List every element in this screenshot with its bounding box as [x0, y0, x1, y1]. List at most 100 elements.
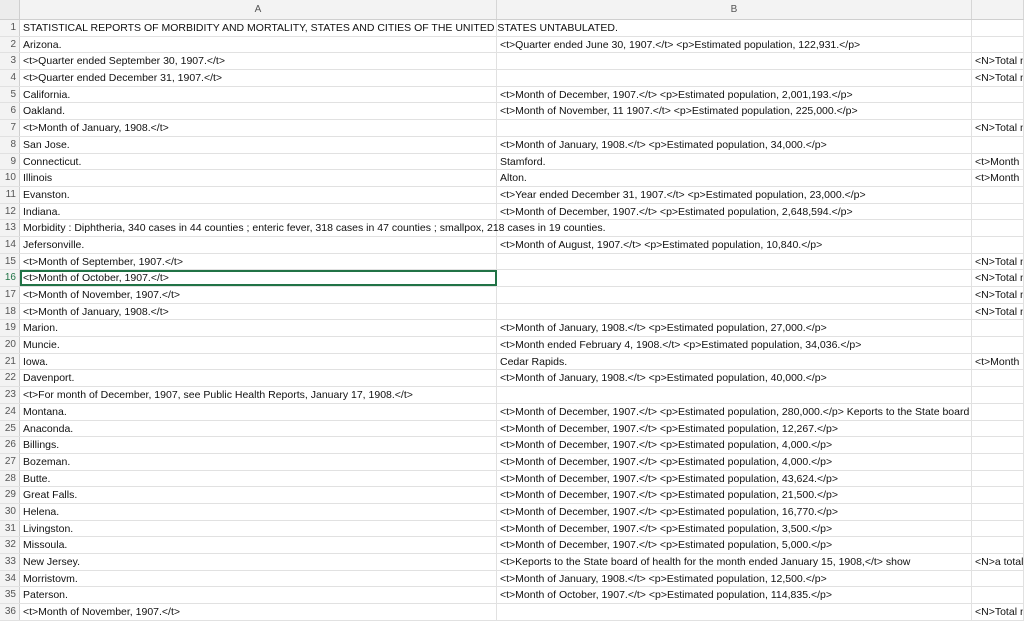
cell-a[interactable]: Morbidity : Diphtheria, 340 cases in 44 …	[20, 220, 606, 236]
row-number[interactable]: 16	[0, 270, 20, 286]
cell-a[interactable]: Evanston.	[20, 186, 497, 203]
cell-b[interactable]	[497, 604, 972, 620]
cell-c[interactable]	[972, 587, 1024, 604]
cell-c[interactable]	[972, 387, 1024, 403]
cell-b[interactable]: <t>Month of December, 1907.</t> <p>Estim…	[497, 470, 972, 487]
cell-a[interactable]: Illinois	[20, 170, 497, 186]
row-number[interactable]: 22	[0, 370, 20, 387]
cell-b[interactable]: <t>Month of December, 1907.</t> <p>Estim…	[497, 86, 972, 103]
cell-a[interactable]: Anaconda.	[20, 420, 497, 437]
row-number[interactable]: 33	[0, 554, 20, 570]
cell-b[interactable]: <t>Month of January, 1908.</t> <p>Estima…	[497, 570, 972, 587]
cell-b[interactable]: <t>Keports to the State board of health …	[497, 554, 972, 570]
cell-b[interactable]	[497, 220, 972, 236]
row-number[interactable]: 15	[0, 253, 20, 270]
cell-b[interactable]	[497, 53, 972, 70]
cell-a[interactable]: Morristovm.	[20, 570, 497, 587]
cell-c[interactable]: <t>Month	[972, 170, 1024, 186]
cell-b[interactable]: <t>Year ended December 31, 1907.</t> <p>…	[497, 186, 972, 203]
cell-a[interactable]: Missoula.	[20, 537, 497, 553]
cell-c[interactable]	[972, 203, 1024, 220]
cell-b[interactable]: <t>Month of December, 1907.</t> <p>Estim…	[497, 453, 972, 470]
row-number[interactable]: 36	[0, 604, 20, 620]
cell-b[interactable]: <t>Quarter ended June 30, 1907.</t> <p>E…	[497, 36, 972, 53]
cell-a[interactable]: Paterson.	[20, 587, 497, 604]
row-number[interactable]: 25	[0, 420, 20, 437]
cell-c[interactable]	[972, 20, 1024, 36]
cell-c[interactable]: <N>Total n	[972, 287, 1024, 303]
row-number[interactable]: 9	[0, 153, 20, 170]
cell-a[interactable]: Oakland.	[20, 103, 497, 120]
cell-c[interactable]	[972, 420, 1024, 437]
cell-a[interactable]: <t>Quarter ended September 30, 1907.</t>	[20, 53, 497, 70]
cell-a[interactable]: Montana.	[20, 403, 497, 420]
column-header-c[interactable]	[972, 0, 1024, 19]
row-number[interactable]: 6	[0, 103, 20, 120]
row-number[interactable]: 2	[0, 36, 20, 53]
cell-a[interactable]: <t>Month of September, 1907.</t>	[20, 253, 497, 270]
column-header-b[interactable]: B	[497, 0, 972, 19]
cell-b[interactable]	[497, 287, 972, 303]
row-number[interactable]: 30	[0, 503, 20, 520]
cell-c[interactable]: <t>Month	[972, 153, 1024, 170]
row-number[interactable]: 28	[0, 470, 20, 487]
row-number[interactable]: 8	[0, 136, 20, 153]
cell-c[interactable]: <N>Total n	[972, 253, 1024, 270]
cell-a[interactable]: STATISTICAL REPORTS OF MORBIDITY AND MOR…	[20, 20, 618, 36]
row-number[interactable]: 32	[0, 537, 20, 553]
row-number[interactable]: 10	[0, 170, 20, 186]
cell-c[interactable]	[972, 370, 1024, 387]
row-number[interactable]: 26	[0, 437, 20, 453]
cell-c[interactable]	[972, 320, 1024, 337]
column-header-a[interactable]: A	[20, 0, 497, 19]
cell-a[interactable]: <t>For month of December, 1907, see Publ…	[20, 387, 497, 403]
cell-b[interactable]: <t>Month of December, 1907.</t> <p>Estim…	[497, 503, 972, 520]
cell-c[interactable]: <N>Total n	[972, 604, 1024, 620]
cell-c[interactable]: <N>Total n	[972, 270, 1024, 286]
cell-a[interactable]: Connecticut.	[20, 153, 497, 170]
cell-b[interactable]: <t>Month of December, 1907.</t> <p>Estim…	[497, 487, 972, 503]
row-number[interactable]: 7	[0, 120, 20, 136]
select-all-corner[interactable]	[0, 0, 20, 19]
row-number[interactable]: 5	[0, 86, 20, 103]
cell-a[interactable]: <t>Month of January, 1908.</t>	[20, 303, 497, 320]
row-number[interactable]: 29	[0, 487, 20, 503]
cell-b[interactable]: <t>Month of October, 1907.</t> <p>Estima…	[497, 587, 972, 604]
cell-b[interactable]: <t>Month of January, 1908.</t> <p>Estima…	[497, 136, 972, 153]
cell-b[interactable]: <t>Month of November, 11 1907.</t> <p>Es…	[497, 103, 972, 120]
row-number[interactable]: 12	[0, 203, 20, 220]
cell-b[interactable]: <t>Month of December, 1907.</t> <p>Estim…	[497, 437, 972, 453]
cell-a[interactable]: Butte.	[20, 470, 497, 487]
cell-b[interactable]: Stamford.	[497, 153, 972, 170]
cell-c[interactable]: <N>Total n	[972, 120, 1024, 136]
cell-a[interactable]: Marion.	[20, 320, 497, 337]
cell-b[interactable]: <t>Month of December, 1907.</t> <p>Estim…	[497, 403, 972, 420]
cell-a[interactable]: <t>Month of November, 1907.</t>	[20, 604, 497, 620]
cell-c[interactable]	[972, 36, 1024, 53]
cell-c[interactable]	[972, 86, 1024, 103]
cell-b[interactable]	[497, 120, 972, 136]
cell-c[interactable]	[972, 186, 1024, 203]
cell-c[interactable]	[972, 220, 1024, 236]
cell-a[interactable]: New Jersey.	[20, 554, 497, 570]
cell-c[interactable]	[972, 403, 1024, 420]
row-number[interactable]: 18	[0, 303, 20, 320]
row-number[interactable]: 13	[0, 220, 20, 236]
row-number[interactable]: 3	[0, 53, 20, 70]
cell-b[interactable]: Cedar Rapids.	[497, 353, 972, 370]
cell-b[interactable]: <t>Month of January, 1908.</t> <p>Estima…	[497, 320, 972, 337]
cell-b[interactable]	[497, 303, 972, 320]
cell-c[interactable]: <N>Total n	[972, 303, 1024, 320]
row-number[interactable]: 35	[0, 587, 20, 604]
row-number[interactable]: 34	[0, 570, 20, 587]
cell-c[interactable]	[972, 570, 1024, 587]
cell-c[interactable]: <N>Total n	[972, 53, 1024, 70]
cell-b[interactable]: <t>Month of December, 1907.</t> <p>Estim…	[497, 203, 972, 220]
cell-b[interactable]	[497, 20, 972, 36]
row-number[interactable]: 21	[0, 353, 20, 370]
cell-a[interactable]: California.	[20, 86, 497, 103]
row-number[interactable]: 17	[0, 287, 20, 303]
cell-c[interactable]	[972, 470, 1024, 487]
cell-a[interactable]: Iowa.	[20, 353, 497, 370]
cell-a[interactable]: Arizona.	[20, 36, 497, 53]
